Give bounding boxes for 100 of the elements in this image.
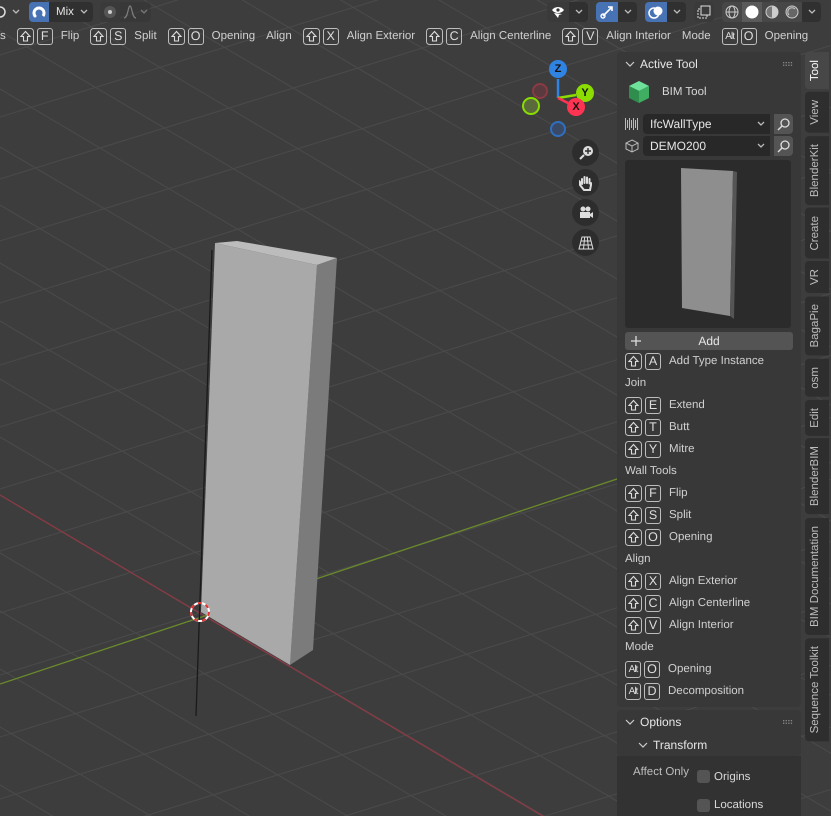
shortcut-label: Flip <box>60 30 80 42</box>
grid-icon <box>578 234 594 250</box>
key-cap: O <box>188 28 204 44</box>
search-button[interactable] <box>774 114 793 134</box>
shift-key-icon <box>625 396 642 414</box>
shift-key-icon <box>16 28 34 44</box>
perspective-button[interactable] <box>572 229 599 256</box>
rendered-shading-button[interactable] <box>782 2 802 22</box>
shortcut-label: Opening <box>764 30 808 42</box>
key-cap: T <box>645 418 661 436</box>
cube-icon <box>628 80 650 104</box>
negative-axis-handle[interactable] <box>550 121 566 137</box>
ifc-class-dropdown[interactable]: IfcWallType <box>643 114 770 134</box>
search-icon <box>777 140 790 152</box>
dropdown-button[interactable] <box>802 2 821 22</box>
zoom-in-icon <box>578 144 594 160</box>
pan-button[interactable] <box>572 169 599 196</box>
shortcut-label: Butt <box>669 421 690 433</box>
key-cap: Alt <box>625 682 641 700</box>
sidebar-tab[interactable]: BlenderKit <box>805 136 829 205</box>
search-button[interactable] <box>774 136 793 156</box>
camera-icon <box>578 204 594 220</box>
chevron-icon <box>624 8 632 14</box>
checkbox-label: Locations <box>714 799 764 812</box>
key-cap: C <box>446 28 462 44</box>
sidebar-tab[interactable]: Create <box>805 208 829 258</box>
sidebar-tab[interactable]: Tool <box>805 52 829 90</box>
dropdown-button[interactable] <box>667 2 686 22</box>
gizmo-arrow-icon <box>599 4 615 20</box>
shortcut-label: Add Type Instance <box>669 355 764 367</box>
key-cap: C <box>645 594 661 612</box>
snap-target-dropdown[interactable]: Mix <box>49 2 93 22</box>
add-button[interactable]: Add <box>625 332 793 350</box>
falloff-curve-icon <box>122 4 137 18</box>
shortcut-label: Align Interior <box>606 30 671 42</box>
wireframe-sphere-icon <box>725 4 739 18</box>
panel-header[interactable]: Active Tool <box>625 52 793 75</box>
sidebar-tab[interactable]: Edit <box>805 400 829 436</box>
gizmo-toggle[interactable] <box>596 2 618 22</box>
expanded-caret-icon <box>625 60 635 68</box>
key-cap: E <box>645 396 661 414</box>
shortcut-label: Decomposition <box>668 685 744 697</box>
wall-type-dropdown[interactable]: DEMO200 <box>643 136 770 156</box>
solid-sphere-icon <box>745 4 759 18</box>
sidebar-tab[interactable]: View <box>805 92 829 133</box>
subpanel-header[interactable]: Transform <box>625 733 793 756</box>
sidebar-tab[interactable]: BIM Documentation <box>805 518 829 635</box>
3d-cursor <box>190 602 210 622</box>
camera-button[interactable] <box>572 199 599 226</box>
checkbox-label: Origins <box>714 770 750 783</box>
sidebar-tab[interactable]: Sequence Toolkit <box>805 638 829 741</box>
material-shading-button[interactable] <box>762 2 782 22</box>
chevron-icon <box>574 8 582 14</box>
shortcut-label: Align Interior <box>669 619 734 631</box>
eye-pointer-icon <box>550 4 566 18</box>
wireframe-shading-button[interactable] <box>722 2 742 22</box>
field-label: Affect Only <box>632 766 690 780</box>
shift-key-icon <box>625 594 642 612</box>
search-icon <box>777 118 790 130</box>
overlay-toggle[interactable] <box>645 2 667 22</box>
key-cap: A <box>645 352 661 370</box>
sidebar-tab[interactable]: osm <box>805 358 829 397</box>
chevron-icon <box>140 8 148 14</box>
key-cap: S <box>110 28 126 44</box>
zoom-button[interactable] <box>572 139 599 166</box>
checkbox[interactable] <box>697 770 710 784</box>
shortcut-label: Align Centerline <box>669 597 750 609</box>
dropdown-button[interactable] <box>569 2 588 22</box>
section-heading: Mode <box>625 640 655 655</box>
sidebar-tab[interactable]: BlenderBIM <box>805 438 829 515</box>
section-heading: Join <box>625 376 648 391</box>
shortcut-label: Flip <box>669 487 688 499</box>
plus-icon <box>631 336 641 346</box>
sidebar-tab[interactable]: VR <box>805 261 829 294</box>
proportional-icon <box>102 4 117 18</box>
chevron-icon <box>757 143 765 149</box>
shortcut-label: Split <box>669 509 692 521</box>
key-cap: Alt <box>625 660 641 678</box>
negative-axis-handle[interactable] <box>532 83 548 99</box>
axis-handle[interactable]: X <box>567 98 585 116</box>
shift-key-icon <box>562 28 580 44</box>
snap-toggle[interactable] <box>29 2 49 22</box>
checkbox[interactable] <box>697 798 710 812</box>
xray-square-icon <box>697 4 711 18</box>
axis-handle[interactable]: Y <box>576 84 594 102</box>
dropdown-button[interactable] <box>618 2 637 22</box>
magnet-icon <box>32 4 46 18</box>
sidebar-tab[interactable]: BagaPie <box>805 296 829 356</box>
panel-header[interactable]: Options <box>625 710 793 733</box>
key-cap: X <box>645 572 661 590</box>
shortcut-label: Align Centerline <box>470 30 552 42</box>
solid-shading-button[interactable] <box>742 2 762 22</box>
key-cap: F <box>36 28 53 44</box>
shift-key-icon <box>625 616 642 634</box>
chevron-icon <box>80 8 88 14</box>
hint-heading: Mode <box>682 30 711 42</box>
shift-key-icon <box>90 28 108 44</box>
key-cap: D <box>644 682 660 700</box>
hint-heading: s <box>0 30 6 42</box>
axis-handle[interactable]: Z <box>549 60 567 78</box>
